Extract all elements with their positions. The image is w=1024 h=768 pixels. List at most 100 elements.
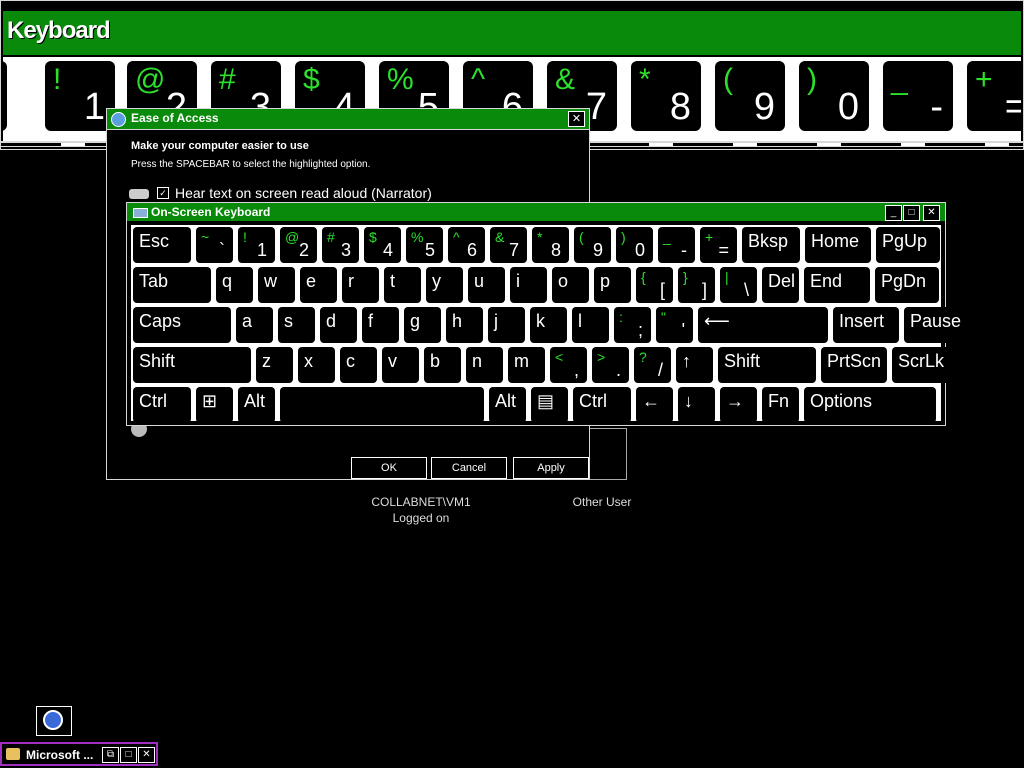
osk-key[interactable]: ^ 6 [448,227,485,263]
osk-key[interactable]: w [258,267,295,303]
osk-key[interactable]: ▤ [531,387,568,423]
osk-key[interactable]: Options [804,387,936,423]
osk-key[interactable]: Alt [489,387,526,423]
osk-key-label: [ [659,280,665,300]
osk-key[interactable]: ! 1 [238,227,275,263]
osk-key[interactable]: ⊞ [196,387,233,423]
osk-key[interactable]: e [300,267,337,303]
osk-key[interactable]: l [572,307,609,343]
osk-key[interactable]: c [340,347,377,383]
osk-key[interactable]: " ' [656,307,693,343]
osk-key-shift-label: < [555,349,564,365]
ease-of-access-tray-button[interactable] [36,706,72,736]
osk-key[interactable] [280,387,484,423]
osk-key[interactable]: i [510,267,547,303]
magnified-key-label: = [1005,86,1021,129]
osk-key[interactable]: + = [700,227,737,263]
osk-key-label: z [262,351,271,371]
osk-key[interactable]: Alt [238,387,275,423]
osk-key[interactable]: PrtScn [821,347,887,383]
osk-key[interactable]: Tab [133,267,211,303]
taskbar-close-button[interactable]: ✕ [138,747,155,763]
osk-key[interactable]: o [552,267,589,303]
osk-key[interactable]: y [426,267,463,303]
osk-key[interactable]: End [804,267,870,303]
osk-key[interactable]: | \ [720,267,757,303]
osk-key[interactable]: & 7 [490,227,527,263]
osk-key[interactable]: Shift [718,347,816,383]
osk-key[interactable]: ← [636,387,673,423]
other-user-tile[interactable] [590,428,627,480]
osk-key[interactable]: Del [762,267,799,303]
osk-key[interactable]: x [298,347,335,383]
osk-key[interactable]: v [382,347,419,383]
osk-key[interactable]: m [508,347,545,383]
user2-name[interactable]: Other User [560,495,644,509]
osk-key[interactable]: @2 [280,227,317,263]
osk-key[interactable]: Caps [133,307,231,343]
osk-key[interactable]: Home [805,227,871,263]
osk-minimize-button[interactable]: _ [885,205,902,221]
narrator-checkbox-label[interactable]: Hear text on screen read aloud (Narrator… [175,185,432,201]
taskbar-maximize-button[interactable]: □ [120,747,137,763]
osk-key[interactable]: PgDn [875,267,939,303]
osk-key[interactable]: Ctrl [133,387,191,423]
osk-close-button[interactable]: ✕ [923,205,940,221]
cancel-button[interactable]: Cancel [431,457,507,479]
osk-key-label: h [452,311,463,331]
osk-key[interactable]: g [404,307,441,343]
osk-key[interactable]: Bksp [742,227,800,263]
ease-close-button[interactable]: ✕ [568,111,585,127]
osk-key[interactable]: >. [592,347,629,383]
osk-key-label: ; [637,320,643,340]
apply-button[interactable]: Apply [513,457,589,479]
osk-key[interactable]: Fn [762,387,799,423]
osk-key[interactable]: h [446,307,483,343]
osk-key[interactable]: b [424,347,461,383]
osk-key[interactable]: Insert [833,307,899,343]
osk-key[interactable]: #3 [322,227,359,263]
narrator-checkbox[interactable]: ✓ [157,187,169,199]
osk-key[interactable]: p [594,267,631,303]
osk-key[interactable]: Shift [133,347,251,383]
osk-key[interactable]: a [236,307,273,343]
osk-key[interactable]: ) 0 [616,227,653,263]
osk-key[interactable]: k [530,307,567,343]
osk-key[interactable]: * 8 [532,227,569,263]
osk-key[interactable]: % 5 [406,227,443,263]
ok-button[interactable]: OK [351,457,427,479]
osk-key[interactable]: j [488,307,525,343]
osk-key[interactable]: d [320,307,357,343]
osk-key[interactable]: ⟵ [698,307,828,343]
osk-key[interactable]: t [384,267,421,303]
osk-key[interactable]: ~ ` [196,227,233,263]
osk-maximize-button[interactable]: □ [903,205,920,221]
osk-key[interactable]: _ - [658,227,695,263]
osk-key[interactable]: ↓ [678,387,715,423]
osk-key[interactable]: :; [614,307,651,343]
osk-key[interactable]: {[ [636,267,673,303]
user1-name[interactable]: COLLABNET\VM1 [360,495,482,509]
osk-key[interactable]: q [216,267,253,303]
taskbar-restore-button[interactable]: ⧉ [102,747,119,763]
osk-key[interactable]: ScrLk [892,347,956,383]
osk-key[interactable]: $4 [364,227,401,263]
osk-key[interactable]: → [720,387,757,423]
osk-key[interactable]: s [278,307,315,343]
osk-key[interactable]: ? / [634,347,671,383]
osk-key[interactable]: ↑ [676,347,713,383]
osk-key[interactable]: PgUp [876,227,940,263]
osk-key[interactable]: z [256,347,293,383]
osk-key[interactable]: n [466,347,503,383]
osk-key[interactable]: Esc [133,227,191,263]
osk-key[interactable]: r [342,267,379,303]
osk-key[interactable]: Pause [904,307,968,343]
osk-key-shift-label: : [619,309,623,325]
osk-key[interactable]: (9 [574,227,611,263]
osk-key[interactable]: }] [678,267,715,303]
osk-key[interactable]: f [362,307,399,343]
osk-key[interactable]: Ctrl [573,387,631,423]
taskbar-window-button[interactable]: Microsoft ... ⧉ □ ✕ [0,742,158,766]
osk-key[interactable]: <, [550,347,587,383]
osk-key[interactable]: u [468,267,505,303]
